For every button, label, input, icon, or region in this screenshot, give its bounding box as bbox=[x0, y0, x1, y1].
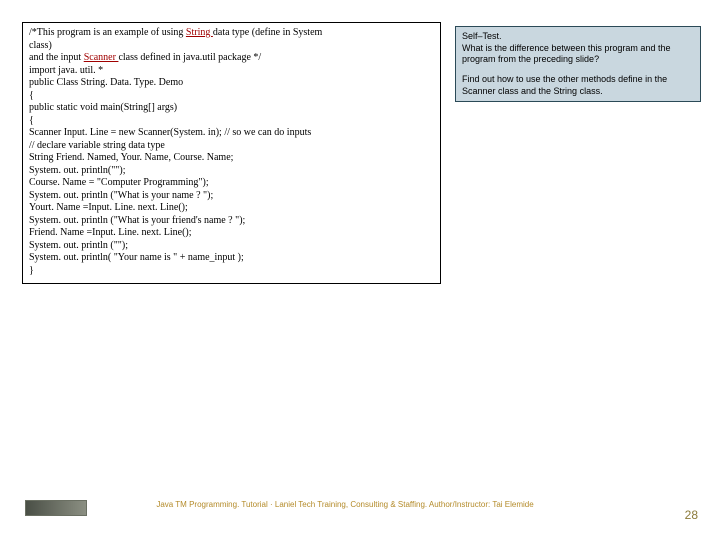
code-line: import java. util. * bbox=[29, 65, 434, 78]
t: class defined in java.util package */ bbox=[118, 52, 261, 63]
selftest-box: Self–Test. What is the difference betwee… bbox=[455, 26, 701, 102]
code-line: System. out. println (""); bbox=[29, 240, 434, 253]
code-line: public static void main(String[] args) bbox=[29, 102, 434, 115]
t: data type (define in System bbox=[213, 27, 322, 38]
code-line: } bbox=[29, 265, 434, 278]
spacer bbox=[462, 66, 694, 74]
code-line: System. out. println ("What is your name… bbox=[29, 190, 434, 203]
code-line: and the input Scanner class defined in j… bbox=[29, 52, 434, 65]
code-line: { bbox=[29, 115, 434, 128]
code-line: System. out. println ("What is your frie… bbox=[29, 215, 434, 228]
code-line: Course. Name = "Computer Programming"); bbox=[29, 177, 434, 190]
code-line: { bbox=[29, 90, 434, 103]
code-line: // declare variable string data type bbox=[29, 140, 434, 153]
code-box: /*This program is an example of using St… bbox=[22, 22, 441, 284]
code-line: System. out. println(""); bbox=[29, 165, 434, 178]
kw-string: String bbox=[186, 27, 213, 38]
page-number: 28 bbox=[685, 508, 698, 522]
code-line: /*This program is an example of using St… bbox=[29, 27, 434, 40]
selftest-heading: Self–Test. bbox=[462, 31, 694, 43]
code-line: System. out. println( "Your name is " + … bbox=[29, 252, 434, 265]
selftest-q1: What is the difference between this prog… bbox=[462, 43, 694, 66]
t: /*This program is an example of using bbox=[29, 27, 186, 38]
kw-scanner: Scanner bbox=[84, 52, 119, 63]
footer-decor bbox=[25, 500, 87, 516]
selftest-q2: Find out how to use the other methods de… bbox=[462, 74, 694, 97]
footer-text: Java TM Programming. Tutorial · Laniel T… bbox=[85, 498, 605, 512]
code-line: Yourt. Name =Input. Line. next. Line(); bbox=[29, 202, 434, 215]
code-line: public Class String. Data. Type. Demo bbox=[29, 77, 434, 90]
code-line: class) bbox=[29, 40, 434, 53]
code-line: Scanner Input. Line = new Scanner(System… bbox=[29, 127, 434, 140]
t: and the input bbox=[29, 52, 84, 63]
code-line: Friend. Name =Input. Line. next. Line(); bbox=[29, 227, 434, 240]
footer: Java TM Programming. Tutorial · Laniel T… bbox=[85, 494, 685, 522]
code-line: String Friend. Named, Your. Name, Course… bbox=[29, 152, 434, 165]
